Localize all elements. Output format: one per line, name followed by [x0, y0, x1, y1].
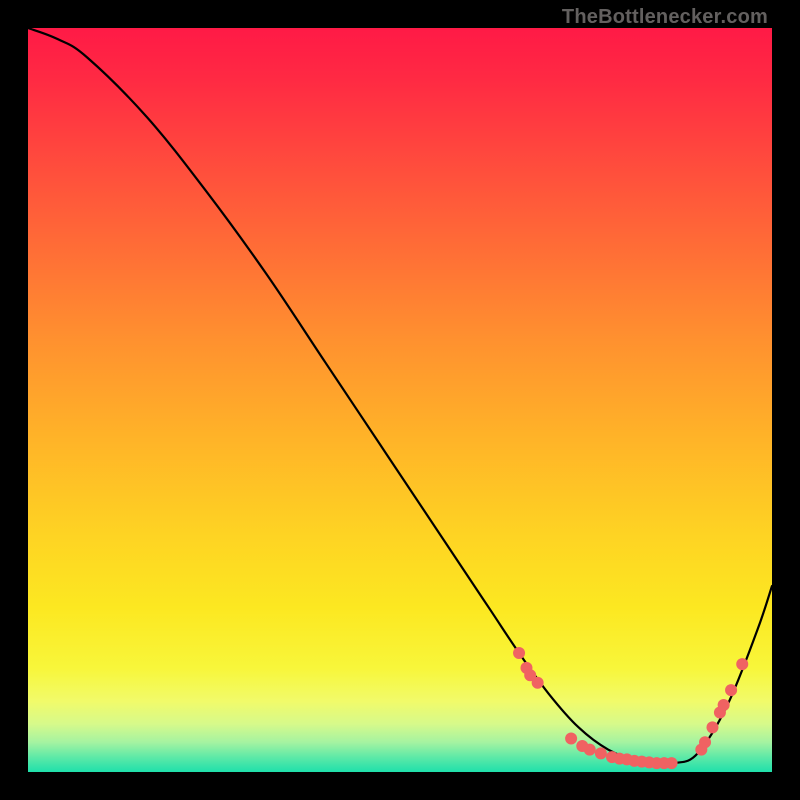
marker-dot: [513, 647, 525, 659]
marker-dot: [725, 684, 737, 696]
plot-area: [28, 28, 772, 772]
bottleneck-curve: [28, 28, 772, 764]
marker-dot: [699, 736, 711, 748]
marker-dot: [666, 757, 678, 769]
chart-frame: TheBottlenecker.com: [0, 0, 800, 800]
marker-dot: [584, 744, 596, 756]
marker-dot: [565, 733, 577, 745]
credit-text: TheBottlenecker.com: [562, 6, 768, 29]
marker-group: [513, 647, 748, 769]
marker-dot: [718, 699, 730, 711]
marker-dot: [706, 721, 718, 733]
marker-dot: [736, 658, 748, 670]
chart-curve-layer: [28, 28, 772, 772]
marker-dot: [532, 677, 544, 689]
marker-dot: [595, 747, 607, 759]
